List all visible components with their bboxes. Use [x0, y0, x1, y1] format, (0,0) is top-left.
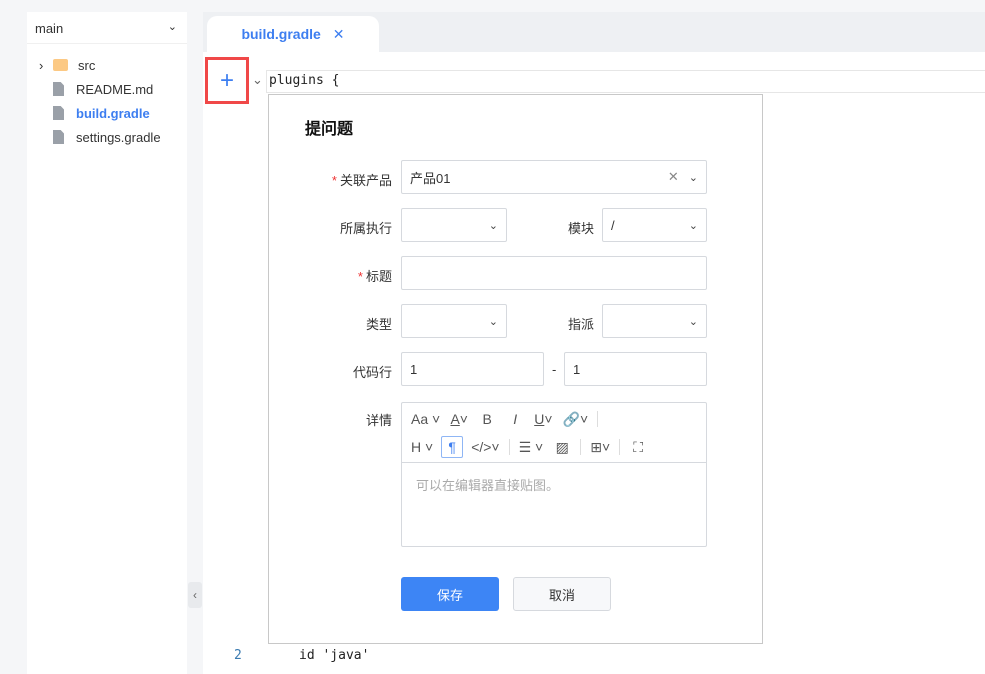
image-icon[interactable]: ▨ [551, 436, 573, 458]
detail-textarea[interactable]: 可以在编辑器直接贴图。 [402, 462, 706, 546]
execution-select[interactable]: ⌄ [401, 208, 507, 242]
dialog-title: 提问题 [305, 121, 354, 138]
close-icon[interactable]: ✕ [333, 26, 345, 43]
file-icon [53, 106, 64, 120]
module-select[interactable]: / ⌄ [602, 208, 707, 242]
folder-icon [53, 59, 68, 71]
add-comment-button[interactable]: + [205, 57, 249, 104]
divider [508, 439, 510, 455]
product-label: * 关联产品 [331, 173, 392, 188]
list-icon[interactable]: ☰ ˅ [517, 436, 546, 458]
line-separator: - [552, 362, 557, 377]
tree-item-src[interactable]: › src [39, 54, 95, 76]
code-line-2: id 'java' [299, 648, 370, 663]
cancel-button[interactable]: 取消 [513, 577, 611, 611]
chevron-down-icon: ⌄ [167, 21, 177, 33]
divider [580, 439, 582, 455]
chevron-down-icon: ⌄ [688, 315, 698, 328]
fold-chevron-icon[interactable]: ⌄ [252, 72, 263, 88]
line-to-input[interactable]: 1 [564, 352, 707, 386]
line-from-input[interactable]: 1 [401, 352, 544, 386]
underline-icon[interactable]: U ˅ [532, 408, 554, 430]
code-line-1: plugins { [266, 70, 985, 93]
assign-label: 指派 [568, 317, 595, 332]
collapse-sidebar-button[interactable]: ‹ [188, 582, 202, 608]
fullscreen-icon[interactable]: ⛶ [627, 436, 649, 458]
heading-icon[interactable]: H ˅ [409, 436, 435, 458]
chevron-right-icon: › [39, 57, 44, 73]
link-icon[interactable]: 🔗˅ [561, 408, 591, 430]
branch-selector[interactable]: main ⌄ [27, 12, 187, 44]
file-sidebar: main ⌄ › src README.md build.gradle settin… [27, 12, 187, 674]
divider [597, 411, 599, 427]
file-icon [53, 130, 64, 144]
line-number: 2 [234, 648, 242, 663]
plus-icon: + [219, 66, 234, 94]
font-size-icon[interactable]: Aa ˅ [409, 408, 442, 430]
tree-item-settings-gradle[interactable]: settings.gradle [39, 126, 161, 148]
divider [619, 439, 621, 455]
product-select[interactable]: 产品01 ✕ ⌄ [401, 160, 707, 194]
tab-build-gradle[interactable]: build.gradle ✕ [207, 16, 379, 52]
module-label: 模块 [568, 221, 595, 236]
execution-label: 所属执行 [339, 221, 392, 236]
detail-label: 详情 [365, 413, 392, 428]
tree-item-readme[interactable]: README.md [39, 78, 153, 100]
save-button[interactable]: 保存 [401, 577, 499, 611]
paragraph-icon[interactable]: ¶ [441, 436, 464, 458]
lines-label: 代码行 [352, 365, 392, 380]
chevron-down-icon: ⌄ [688, 219, 698, 232]
ask-question-dialog: 提问题 * 关联产品 产品01 ✕ ⌄ 所属执行 ⌄ 模块 / ⌄ * 标题 类型 ⌄ 指… [268, 94, 763, 644]
rich-text-editor: Aa ˅ A ˅ B I U ˅ 🔗˅ H ˅ ¶ </>˅ ☰ ˅ ▨ ⊞˅ … [401, 402, 707, 547]
type-label: 类型 [365, 317, 392, 332]
font-color-icon[interactable]: A ˅ [448, 408, 470, 430]
clear-icon[interactable]: ✕ [668, 169, 679, 185]
chevron-down-icon: ⌄ [688, 171, 698, 184]
italic-icon[interactable]: I [504, 408, 526, 430]
title-label: * 标题 [357, 269, 392, 284]
table-icon[interactable]: ⊞˅ [588, 436, 612, 458]
type-select[interactable]: ⌄ [401, 304, 507, 338]
bold-icon[interactable]: B [476, 408, 498, 430]
tab-bar: build.gradle ✕ [203, 12, 985, 52]
chevron-down-icon: ⌄ [488, 315, 498, 328]
assign-select[interactable]: ⌄ [602, 304, 707, 338]
file-icon [53, 82, 64, 96]
title-input[interactable] [401, 256, 707, 290]
tree-item-build-gradle[interactable]: build.gradle [39, 102, 150, 124]
chevron-down-icon: ⌄ [488, 219, 498, 232]
code-icon[interactable]: </>˅ [469, 436, 501, 458]
